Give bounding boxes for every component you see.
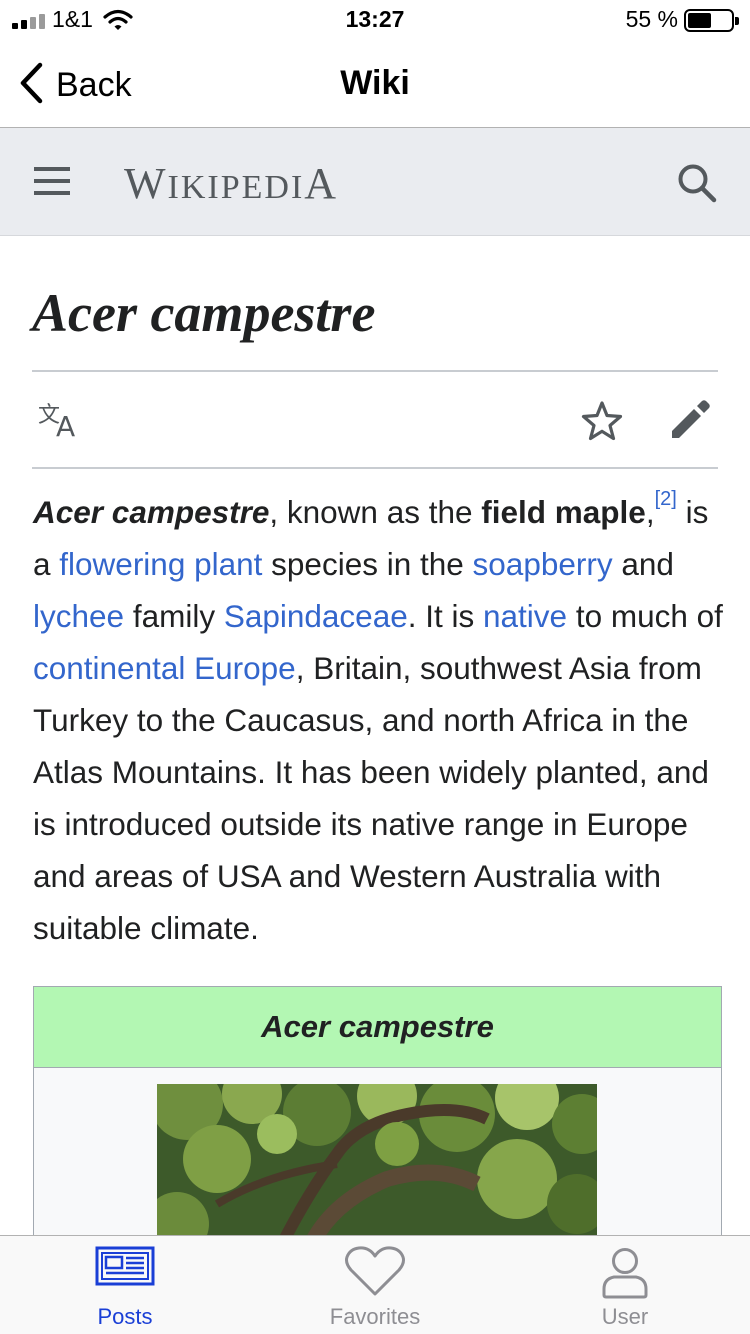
tab-label-user: User [601,1304,649,1329]
star-icon[interactable] [581,400,623,447]
common-name: field maple [481,494,646,530]
search-icon[interactable] [676,162,718,209]
link-sapindaceae[interactable]: Sapindaceae [224,598,408,634]
reference-link[interactable]: [2] [655,488,677,510]
svg-text:A: A [56,410,75,440]
hamburger-menu-icon[interactable] [34,166,70,201]
user-icon [500,1246,750,1300]
language-icon[interactable]: 文 A [38,400,82,445]
tree-photo[interactable] [157,1084,597,1245]
battery-percentage: 55 % [625,6,678,32]
link-continental-europe[interactable]: continental Europe [33,650,296,686]
edit-pencil-icon[interactable] [669,399,711,446]
newspaper-icon [0,1246,250,1286]
tab-label-posts: Posts [97,1304,153,1329]
tab-user[interactable]: User [500,1236,750,1334]
link-native[interactable]: native [483,598,567,634]
tab-bar: Posts Favorites User [0,1235,750,1334]
battery-icon [684,9,739,32]
actions-divider [32,467,718,469]
infobox: Acer campestre [33,986,722,1246]
wikipedia-header: WIKIPEDIA [0,128,750,236]
link-lychee[interactable]: lychee [33,598,124,634]
battery-level [688,13,712,28]
status-bar: 1&1 13:27 55 % [0,0,750,40]
lead-paragraph: Acer campestre, known as the field maple… [33,488,723,946]
back-button[interactable]: Back [18,62,132,109]
back-label: Back [56,66,132,104]
chevron-left-icon [18,62,44,109]
heart-icon [250,1246,500,1298]
link-flowering-plant[interactable]: flowering plant [59,546,262,582]
infobox-title: Acer campestre [34,987,721,1068]
page-title: Acer campestre [32,283,376,343]
title-divider [32,370,718,372]
article-subject: Acer campestre [33,494,270,530]
wikipedia-wordmark[interactable]: WIKIPEDIA [124,158,338,209]
navigation-bar: Back Wiki [0,40,750,128]
tab-favorites[interactable]: Favorites [250,1236,500,1334]
link-soapberry[interactable]: soapberry [473,546,613,582]
tab-posts[interactable]: Posts [0,1236,250,1334]
tab-label-favorites: Favorites [329,1304,421,1329]
